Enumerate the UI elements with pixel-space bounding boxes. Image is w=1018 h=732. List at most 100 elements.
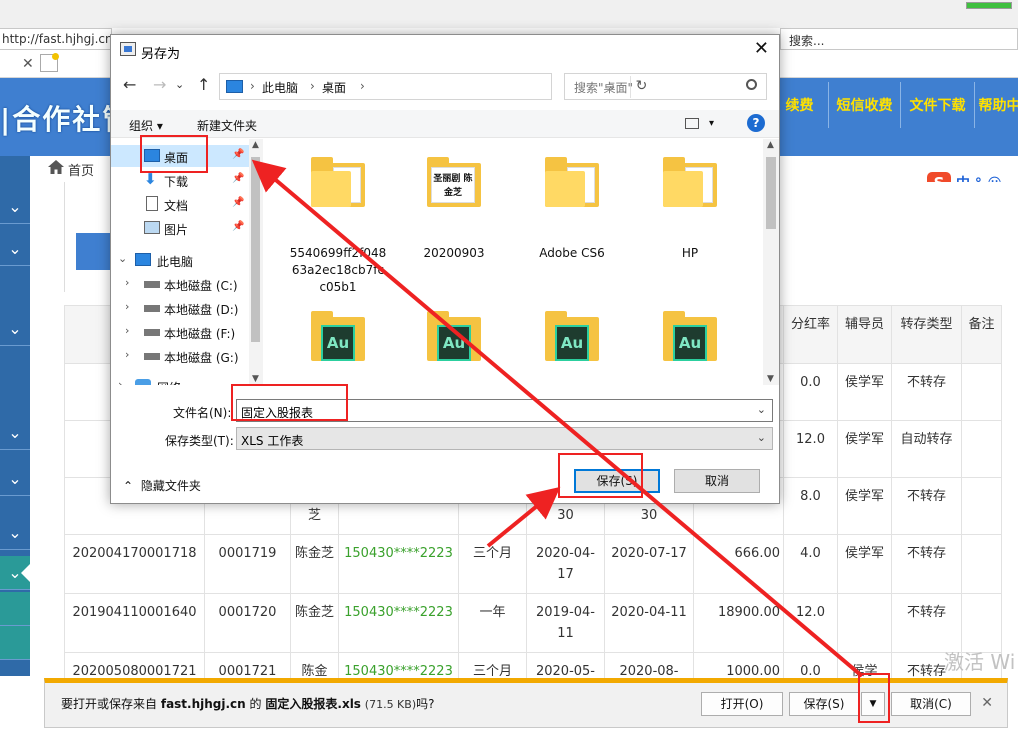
nav-item-this-pc[interactable]: ⌄ 此电脑 — [111, 249, 249, 271]
pin-icon[interactable]: 📌 — [232, 149, 244, 160]
sidebar-expand-icon[interactable]: ⌄ — [0, 416, 30, 450]
forward-arrow-icon[interactable]: → — [153, 75, 166, 94]
filetype-dropdown-icon[interactable]: ⌄ — [757, 431, 766, 444]
scroll-down-icon[interactable]: ▼ — [767, 374, 774, 384]
activation-watermark: 激活 Wi — [944, 650, 1016, 674]
new-tab-icon[interactable] — [40, 53, 59, 72]
organize-button[interactable]: 组织 ▾ — [129, 117, 163, 134]
browser-search-box[interactable]: 搜索... — [780, 28, 1018, 50]
chevron-up-icon: ⌃ — [123, 479, 134, 493]
path-segment-this-pc[interactable]: 此电脑 — [262, 79, 298, 96]
filename-history-dropdown-icon[interactable]: ⌄ — [757, 403, 766, 416]
col-tutor: 辅导员 — [837, 305, 892, 364]
dialog-cancel-button[interactable]: 取消 — [674, 469, 760, 493]
nav-pane-scrollbar[interactable]: ▲ ▼ — [249, 139, 263, 385]
scroll-up-icon[interactable]: ▲ — [767, 140, 774, 150]
breadcrumb-home[interactable]: 首页 — [68, 160, 94, 179]
filetype-select[interactable]: XLS 工作表 ⌄ — [236, 427, 773, 450]
file-item-audition[interactable]: Au — [517, 311, 627, 363]
expand-chevron-icon[interactable]: › — [125, 324, 129, 337]
drive-icon — [144, 305, 160, 312]
address-bar[interactable]: http://fast.hjhgj.cn/ — [0, 28, 112, 50]
view-mode-icon[interactable] — [685, 118, 699, 129]
nav-scroll-thumb[interactable] — [251, 157, 260, 342]
filename-label: 文件名(N): — [173, 406, 232, 420]
nav-item-drive-c[interactable]: › 本地磁盘 (C:) — [111, 273, 249, 295]
drive-icon — [144, 353, 160, 360]
nav-item-network[interactable]: › 网络 — [111, 375, 249, 385]
file-item-audition[interactable]: Au — [635, 311, 745, 363]
download-save-button[interactable]: 保存(S) — [789, 692, 859, 716]
recent-locations-icon[interactable]: ⌄ — [175, 78, 184, 91]
up-arrow-icon[interactable]: ↑ — [197, 75, 210, 94]
sidebar-expand-icon[interactable]: ⌄ — [0, 190, 30, 224]
annotation-box-save-dropdown — [858, 673, 890, 723]
download-bar-close-icon[interactable]: ✕ — [981, 695, 993, 711]
hide-folders-toggle[interactable]: ⌃ 隐藏文件夹 — [123, 477, 201, 494]
nav-item-drive-g[interactable]: › 本地磁盘 (G:) — [111, 345, 249, 367]
pin-icon[interactable]: 📌 — [232, 197, 244, 208]
file-list: 5540699ff2f048 63a2ec18cb7fc c05b1 圣丽剧 陈… — [263, 139, 763, 385]
audition-icon: Au — [673, 325, 707, 361]
new-folder-button[interactable]: 新建文件夹 — [197, 117, 257, 134]
file-item-folder[interactable]: HP — [635, 157, 745, 262]
back-arrow-icon[interactable]: ← — [123, 75, 136, 94]
file-item-audition[interactable]: Au — [283, 311, 393, 363]
col-transfer-type: 转存类型 — [891, 305, 962, 364]
drive-icon — [144, 329, 160, 336]
path-segment-desktop[interactable]: 桌面 — [322, 79, 346, 96]
sidebar-expand-icon[interactable]: ⌄ — [0, 462, 30, 496]
scroll-up-icon[interactable]: ▲ — [252, 140, 259, 150]
page-load-progress — [966, 2, 1012, 9]
table-row: 202004170001718 0001719 陈金芝 150430****2223 三… — [64, 534, 1002, 594]
sidebar-active-icon[interactable]: ⌄ — [0, 556, 30, 590]
folder-icon: Au — [545, 311, 599, 363]
nav-item-documents[interactable]: 文档 📌 — [111, 193, 249, 215]
sidebar-item[interactable] — [0, 592, 30, 626]
nav-help[interactable]: 帮助中 — [974, 82, 1018, 128]
sidebar-expand-icon[interactable]: ⌄ — [0, 232, 30, 266]
nav-sms-fees[interactable]: 短信收费 — [828, 82, 900, 128]
expand-chevron-icon[interactable]: › — [125, 348, 129, 361]
nav-file-download[interactable]: 文件下载 — [900, 82, 974, 128]
col-dividend-rate: 分红率 — [783, 305, 838, 364]
path-bar[interactable]: › 此电脑 › 桌面 › ⌄ ↻ — [219, 73, 647, 100]
file-item-audition[interactable]: Au — [399, 311, 509, 363]
expand-chevron-icon[interactable]: › — [125, 300, 129, 313]
audition-icon: Au — [555, 325, 589, 361]
dialog-toolbar: 组织 ▾ 新建文件夹 ▾ ? — [111, 110, 779, 138]
file-item-folder[interactable]: 圣丽剧 陈金芝 20200903 — [399, 157, 509, 262]
file-item-folder[interactable]: 5540699ff2f048 63a2ec18cb7fc c05b1 — [283, 157, 393, 296]
annotation-box-desktop — [140, 135, 208, 173]
pin-icon[interactable]: 📌 — [232, 173, 244, 184]
network-icon — [135, 379, 151, 385]
folder-icon — [663, 157, 717, 209]
sidebar-expand-icon[interactable]: ⌄ — [0, 312, 30, 346]
expand-chevron-icon[interactable]: › — [118, 378, 122, 385]
tab-close-icon[interactable]: ✕ — [22, 56, 34, 72]
dialog-close-icon[interactable]: ✕ — [754, 38, 769, 59]
search-icon — [746, 79, 757, 90]
filetype-label: 保存类型(T): — [165, 434, 234, 448]
file-scroll-thumb[interactable] — [766, 157, 776, 229]
sidebar-expand-icon[interactable]: ⌄ — [0, 516, 30, 550]
query-button[interactable] — [76, 233, 114, 270]
file-item-folder[interactable]: Adobe CS6 — [517, 157, 627, 262]
nav-item-drive-d[interactable]: › 本地磁盘 (D:) — [111, 297, 249, 319]
download-cancel-button[interactable]: 取消(C) — [891, 692, 971, 716]
expand-chevron-icon[interactable]: › — [125, 276, 129, 289]
sidebar-item[interactable] — [0, 626, 30, 660]
pin-icon[interactable]: 📌 — [232, 221, 244, 232]
download-open-button[interactable]: 打开(O) — [701, 692, 783, 716]
browser-titlebar — [0, 0, 1018, 28]
nav-item-drive-f[interactable]: › 本地磁盘 (F:) — [111, 321, 249, 343]
help-icon[interactable]: ? — [747, 114, 765, 132]
view-dropdown-icon[interactable]: ▾ — [709, 118, 714, 129]
file-list-scrollbar[interactable]: ▲ ▼ — [763, 139, 779, 385]
col-remarks: 备注 — [961, 305, 1002, 364]
folder-icon — [311, 157, 365, 209]
nav-item-pictures[interactable]: 图片 📌 — [111, 217, 249, 239]
folder-search-input[interactable]: 搜索"桌面" — [564, 73, 767, 100]
collapse-chevron-icon[interactable]: ⌄ — [118, 252, 127, 265]
scroll-down-icon[interactable]: ▼ — [252, 374, 259, 384]
